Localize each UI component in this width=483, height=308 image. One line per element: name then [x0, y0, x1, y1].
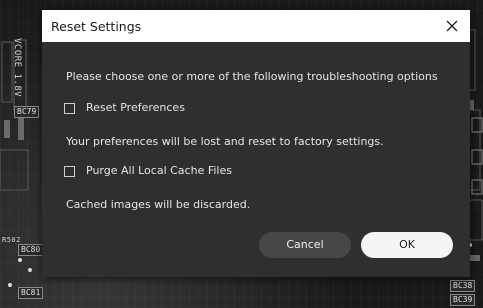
option-purge-cache[interactable]: Purge All Local Cache Files	[64, 163, 232, 179]
ok-button[interactable]: OK	[361, 232, 453, 258]
silk-bc38-label: BC38	[450, 280, 476, 292]
dialog-titlebar: Reset Settings	[42, 10, 470, 42]
silk-bc39-label: BC39	[450, 294, 476, 306]
purge-cache-checkbox[interactable]	[64, 165, 75, 177]
option-reset-preferences[interactable]: Reset Preferences	[64, 100, 185, 116]
reset-settings-dialog: Reset Settings Please choose one or more…	[42, 10, 470, 277]
purge-cache-description: Cached images will be discarded.	[66, 198, 251, 211]
close-button[interactable]	[444, 18, 460, 34]
silk-bc81-label: BC81	[18, 287, 44, 299]
cancel-button[interactable]: Cancel	[259, 232, 351, 258]
dialog-content: Please choose one or more of the followi…	[42, 42, 470, 277]
silk-r502-label: R502	[2, 236, 21, 244]
close-icon	[446, 20, 458, 32]
purge-cache-label: Purge All Local Cache Files	[86, 164, 232, 177]
dialog-title: Reset Settings	[51, 19, 142, 34]
silk-bc79-label: BC79	[14, 106, 40, 118]
silk-vcore-label: VCORE 1.8V	[12, 38, 22, 98]
silk-bc80-label: BC80	[18, 244, 44, 256]
dialog-prompt: Please choose one or more of the followi…	[66, 70, 438, 83]
reset-preferences-description: Your preferences will be lost and reset …	[66, 135, 384, 148]
reset-preferences-checkbox[interactable]	[64, 102, 75, 114]
reset-preferences-label: Reset Preferences	[86, 101, 185, 114]
